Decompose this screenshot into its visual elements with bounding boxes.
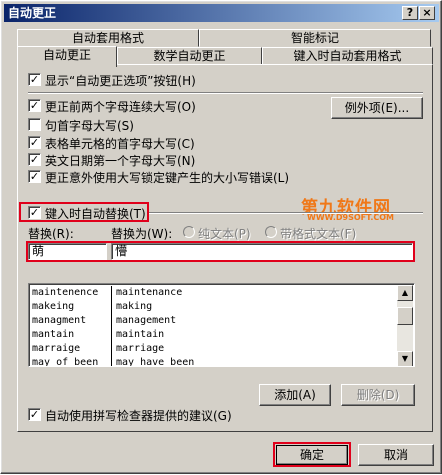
list-item[interactable]: marraige marriage — [31, 342, 399, 356]
replace-as-you-type-checkbox[interactable]: ✓ — [28, 206, 41, 219]
list-item[interactable]: mantain maintain — [31, 328, 399, 342]
divider — [28, 92, 423, 94]
replace-as-you-type-label: 键入时自动替换(T) — [45, 207, 146, 221]
cap-first-sentence-label: 句首字母大写(S) — [45, 119, 134, 133]
replacement-list[interactable]: maintenence maintenance makeing making man… — [28, 283, 415, 367]
list-item[interactable]: managment management — [31, 314, 399, 328]
delete-button[interactable]: 删除(D) — [341, 384, 415, 406]
caps-lock-checkbox[interactable]: ✓ — [28, 170, 41, 183]
show-buttons-checkbox[interactable]: ✓ — [28, 73, 41, 86]
cap-weekdays-label: 英文日期第一个字母大写(N) — [45, 154, 196, 168]
cap-two-initial-label: 更正前两个字母连续大写(O) — [45, 100, 196, 114]
plain-text-radio[interactable] — [183, 226, 195, 238]
list-item[interactable]: may of been may have been — [31, 356, 399, 366]
show-buttons-label: 显示“自动更正选项”按钮(H) — [45, 74, 196, 88]
cap-weekdays-checkbox[interactable]: ✓ — [28, 153, 41, 166]
spell-checker-checkbox[interactable]: ✓ — [28, 408, 41, 421]
replace-input[interactable]: 萌 — [28, 243, 107, 260]
scroll-thumb[interactable] — [397, 307, 413, 325]
add-button[interactable]: 添加(A) — [259, 384, 331, 406]
list-item[interactable]: maintenence maintenance — [31, 286, 399, 300]
cap-first-sentence-checkbox[interactable] — [28, 118, 41, 131]
plain-text-label: 纯文本(P) — [198, 227, 251, 241]
autocorrect-dialog: 自动更正 ? × 自动套用格式 智能标记 自动更正 数学自动更正 键入时自动套用… — [0, 0, 442, 474]
replace-label: 替换(R): — [28, 227, 74, 241]
spell-checker-label: 自动使用拼写检查器提供的建议(G) — [45, 409, 232, 423]
formatted-text-radio[interactable] — [265, 226, 277, 238]
group-line — [149, 212, 423, 214]
scroll-up-arrow-icon[interactable]: ▲ — [397, 285, 413, 301]
cap-two-initial-checkbox[interactable]: ✓ — [28, 99, 41, 112]
formatted-text-label: 带格式文本(F) — [280, 227, 357, 241]
exceptions-button[interactable]: 例外项(E)... — [331, 97, 423, 119]
with-input[interactable]: 懵 — [111, 243, 413, 260]
caps-lock-label: 更正意外使用大写锁定键产生的大小写错误(L) — [45, 171, 290, 185]
watermark-url: WWW.D9SOFT.COM — [307, 213, 395, 222]
with-label: 替换为(W): — [111, 227, 173, 241]
cap-table-cell-checkbox[interactable]: ✓ — [28, 136, 41, 149]
list-scrollbar[interactable]: ▲ ▼ — [397, 285, 413, 366]
list-item[interactable]: makeing making — [31, 300, 399, 314]
scroll-down-arrow-icon[interactable]: ▼ — [397, 351, 413, 366]
cap-table-cell-label: 表格单元格的首字母大写(C) — [45, 137, 195, 151]
